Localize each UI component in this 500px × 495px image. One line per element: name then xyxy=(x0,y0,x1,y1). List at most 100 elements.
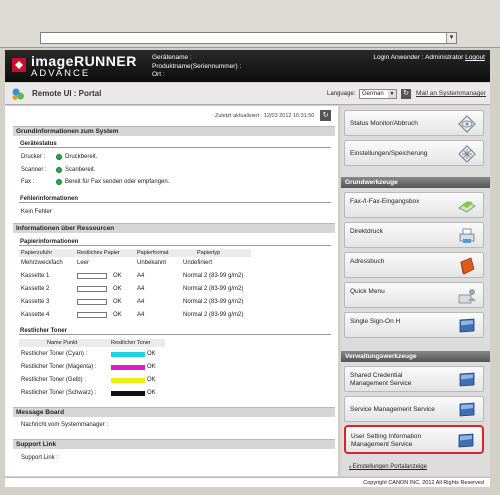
error-info-heading: Fehlerinformationen xyxy=(19,195,331,203)
toner-status: OK xyxy=(147,364,156,370)
toner-status: OK xyxy=(147,390,156,396)
paper-info-heading: Papierinformationen xyxy=(19,238,331,246)
language-label: Language: xyxy=(327,91,356,97)
browser-chrome: ▾ xyxy=(0,0,500,48)
table-row: Restlicher Toner (Cyan) : OK xyxy=(19,349,219,360)
device-info: Gerätename : Produktname(Seriennummer) :… xyxy=(152,54,241,80)
paper-col-source: Papierzufuhr xyxy=(21,250,53,256)
paper-source: Kassette 4 xyxy=(21,312,50,318)
paper-remaining: Leer xyxy=(77,260,90,266)
button-label: Service Management Service xyxy=(350,406,435,413)
language-select[interactable]: German ▼ xyxy=(359,89,397,99)
paper-level-bar xyxy=(77,273,107,279)
status-monitor-button[interactable]: Status Monitor/Abbruch xyxy=(344,110,484,136)
paper-remaining: OK xyxy=(113,286,122,292)
paper-type: Normal 2 (83-99 g/m2) xyxy=(183,312,244,318)
service-management-button[interactable]: Service Management Service xyxy=(344,396,484,422)
paper-table-header: Papierzufuhr Restliches Papier Papierfor… xyxy=(19,249,251,257)
tools-sidebar: Status Monitor/Abbruch Einstellungen/Spe… xyxy=(341,106,490,476)
table-row: Restlicher Toner (Magenta) : OK xyxy=(19,362,219,373)
direct-print-button[interactable]: Direktdruck xyxy=(344,222,484,248)
fax-inbox-button[interactable]: Fax-/I-Fax-Eingangsbox xyxy=(344,192,484,218)
button-label: Status Monitor/Abbruch xyxy=(350,120,418,127)
user-setting-info-button[interactable]: User Setting Information Management Serv… xyxy=(344,425,484,454)
settings-button[interactable]: Einstellungen/Speicherung xyxy=(344,140,484,166)
table-row: Kassette 2 OK A4 Normal 2 (83-99 g/m2) xyxy=(19,284,329,294)
mail-admin-link[interactable]: Mail an Systemmanager xyxy=(416,90,486,97)
paper-remaining: OK xyxy=(113,299,122,305)
chevron-down-icon: ▼ xyxy=(388,90,396,98)
button-label: Quick Menu xyxy=(350,288,385,295)
paper-remaining: OK xyxy=(113,273,122,279)
button-label: Fax-/I-Fax-Eingangsbox xyxy=(350,198,420,205)
status-ok-icon xyxy=(56,167,62,173)
paper-type: Normal 2 (83-99 g/m2) xyxy=(183,299,244,305)
header-banner: imageRUNNER ADVANCE Gerätename : Produkt… xyxy=(5,50,490,82)
monitor-icon xyxy=(458,433,474,448)
section-resources: Informationen über Ressourcen xyxy=(13,223,335,233)
brand-subtitle: ADVANCE xyxy=(31,68,91,79)
language-value: German xyxy=(362,91,384,97)
quick-menu-button[interactable]: Quick Menu xyxy=(344,282,484,308)
paper-level-bar xyxy=(77,299,107,305)
table-row: Restlicher Toner (Gelb) : OK xyxy=(19,375,219,386)
quick-menu-icon xyxy=(458,289,476,304)
brand-name: imageRUNNER xyxy=(31,53,137,69)
paper-size: A4 xyxy=(137,312,145,318)
table-row: Kassette 3 OK A4 Normal 2 (83-99 g/m2) xyxy=(19,297,329,307)
section-support-link: Support Link xyxy=(13,439,335,449)
toner-name: Restlicher Toner (Schwarz) : xyxy=(21,390,97,396)
button-label: Direktdruck xyxy=(350,228,383,235)
monitor-icon xyxy=(459,318,475,333)
admin-tools-heading: Verwaltungswerkzeuge xyxy=(341,351,490,362)
paper-size: A4 xyxy=(137,299,145,305)
language-apply-icon[interactable]: ↻ xyxy=(401,89,411,99)
paper-type: Undefiniert xyxy=(183,260,213,266)
paper-remaining: OK xyxy=(113,312,122,318)
title-bar: Remote UI : Portal Language: German ▼ ↻ … xyxy=(5,83,490,105)
address-dropdown-icon[interactable]: ▾ xyxy=(446,33,456,43)
address-book-button[interactable]: Adressbuch xyxy=(344,252,484,278)
button-label: User Setting Information Management Serv… xyxy=(351,433,422,448)
paper-level-bar xyxy=(77,286,107,292)
main-content: Zuletzt aktualisiert : 12/03 2012 16:31:… xyxy=(5,106,338,476)
paper-level-bar xyxy=(77,312,107,318)
table-row: Kassette 1 OK A4 Normal 2 (83-99 g/m2) xyxy=(19,271,329,281)
paper-source: Mehrzweckfach xyxy=(21,260,63,266)
button-label: Shared Credential Management Service xyxy=(350,372,412,387)
footer-copyright: Copyright CANON INC. 2012 All Rights Res… xyxy=(5,477,490,487)
status-ok-icon xyxy=(56,179,62,185)
shared-credential-button[interactable]: Shared Credential Management Service xyxy=(344,366,484,392)
fax-status-label: Fax : xyxy=(21,179,35,185)
product-name-label: Produktname(Seriennummer) : xyxy=(152,62,242,70)
toner-cyan-bar xyxy=(111,352,145,357)
toner-heading: Restlicher Toner xyxy=(19,327,331,335)
paper-source: Kassette 2 xyxy=(21,286,50,292)
paper-col-remaining: Restliches Papier xyxy=(77,250,120,256)
section-basic-info: Grundinformationen zum System xyxy=(13,126,335,136)
paper-source: Kassette 3 xyxy=(21,299,50,305)
table-row: Mehrzweckfach Leer Unbekannt Undefiniert xyxy=(19,258,329,268)
toner-name: Restlicher Toner (Magenta) : xyxy=(21,364,97,370)
scanner-status-label: Scanner : xyxy=(21,167,47,173)
refresh-icon[interactable]: ↻ xyxy=(320,110,331,121)
toner-magenta-bar xyxy=(111,365,145,370)
printer-status-value: Druckbereit. xyxy=(65,154,98,160)
status-ok-icon xyxy=(56,154,62,160)
toner-status: OK xyxy=(147,377,156,383)
status-monitor-icon xyxy=(458,115,476,133)
support-link-label: Support Link : xyxy=(21,455,59,461)
scanner-status-value: Scanbereit. xyxy=(65,167,96,173)
login-user: Login Anwender : Administrator xyxy=(373,54,464,61)
logout-link[interactable]: Logout xyxy=(465,54,485,61)
portal-display-settings-link[interactable]: Einstellungen Portalanzeige xyxy=(349,464,427,470)
toner-table-header: Name Punkt Restlicher Toner xyxy=(19,339,165,347)
paper-size: Unbekannt xyxy=(137,260,167,266)
button-label: Single Sign-On H xyxy=(350,318,401,325)
address-bar[interactable] xyxy=(40,32,457,44)
monitor-icon xyxy=(459,372,475,387)
paper-type: Normal 2 (83-99 g/m2) xyxy=(183,286,244,292)
single-sign-on-button[interactable]: Single Sign-On H xyxy=(344,312,484,338)
paper-size: A4 xyxy=(137,286,145,292)
printer-status-label: Drucker : xyxy=(21,154,46,160)
